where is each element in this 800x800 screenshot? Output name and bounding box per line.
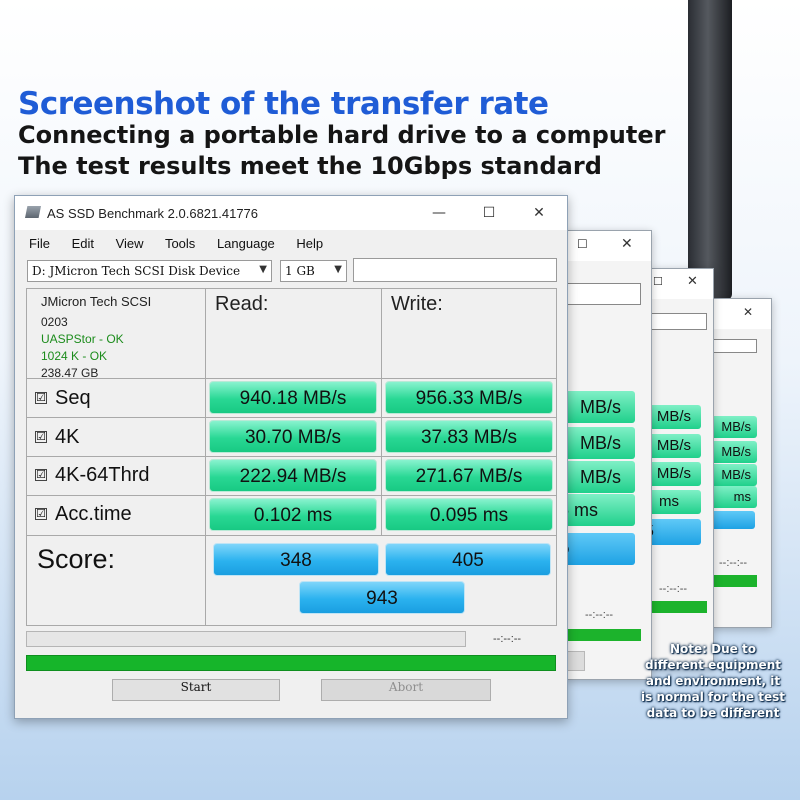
bg-score-cell: 5 [567, 533, 635, 565]
test-size-value: 1 GB [285, 264, 315, 278]
row-label: Acc.time [55, 503, 132, 525]
start-button[interactable]: Start [112, 679, 280, 701]
chevron-down-icon: ▼ [334, 264, 342, 275]
menu-edit[interactable]: Edit [72, 236, 94, 251]
window-title: AS SSD Benchmark 2.0.6821.41776 [47, 206, 259, 221]
bg-cell: MB/s [713, 464, 757, 486]
row-4k-64thrd[interactable]: ☑ 4K-64Thrd [35, 464, 150, 487]
menu-view[interactable]: View [116, 236, 144, 251]
test-size-select[interactable]: 1 GB ▼ [280, 260, 347, 282]
bg-cell: MB/s [651, 434, 701, 458]
score-write: 405 [385, 543, 551, 576]
maximize-icon: ☐ [577, 237, 588, 251]
abort-button[interactable]: Abort [321, 679, 491, 701]
as-ssd-window: AS SSD Benchmark 2.0.6821.41776 — ☐ ✕ Fi… [14, 195, 568, 719]
score-read: 348 [213, 543, 379, 576]
row-seq[interactable]: ☑ Seq [35, 387, 91, 410]
bg-score-cell: 5 [651, 519, 701, 545]
bg-elapsed-time: --:--:-- [659, 583, 688, 595]
device-name: JMicron Tech SCSI [41, 294, 152, 309]
checkbox-icon[interactable]: ☑ [35, 392, 47, 404]
current-progress-bar [26, 631, 466, 647]
headline-title: Screenshot of the transfer rate [18, 86, 549, 122]
row-4k[interactable]: ☑ 4K [35, 426, 79, 449]
bg-cell: MB/s [713, 441, 757, 463]
4k-read-value: 30.70 MB/s [209, 420, 377, 453]
bg-cell: ms [651, 490, 701, 514]
4k-write-value: 37.83 MB/s [385, 420, 553, 453]
maximize-button[interactable]: ☐ [469, 200, 509, 226]
menu-help[interactable]: Help [296, 236, 323, 251]
background-window-2: ☐ ✕ MB/s MB/s MB/s ms 5 --:--:-- [650, 268, 714, 668]
write-header: Write: [391, 293, 443, 315]
menu-bar: File Edit View Tools Language Help [29, 236, 341, 251]
status-field[interactable] [353, 258, 557, 282]
total-progress-bar [26, 655, 556, 671]
read-header: Read: [215, 293, 269, 315]
bg-cell: MB/s [651, 462, 701, 486]
drive-select-value: D: JMicron Tech SCSI Disk Device [32, 264, 241, 278]
checkbox-icon[interactable]: ☑ [35, 431, 47, 443]
drive-select[interactable]: D: JMicron Tech SCSI Disk Device ▼ [27, 260, 272, 282]
bg-cell: ms [713, 486, 757, 508]
row-label: Seq [55, 387, 91, 409]
close-button[interactable]: ✕ [519, 200, 559, 226]
checkbox-icon[interactable]: ☑ [35, 469, 47, 481]
minimize-button[interactable]: — [419, 200, 459, 226]
results-grid: JMicron Tech SCSI 0203 UASPStor - OK 102… [26, 288, 557, 626]
elapsed-time: --:--:-- [493, 633, 522, 645]
bg-elapsed-time: --:--:-- [719, 557, 748, 569]
menu-file[interactable]: File [29, 236, 50, 251]
device-firmware: 0203 [41, 315, 68, 329]
bg-elapsed-time: --:--:-- [585, 609, 614, 621]
drive-icon [25, 206, 41, 218]
score-total: 943 [299, 581, 465, 614]
row-label: 4K-64Thrd [55, 464, 150, 486]
seq-write-value: 956.33 MB/s [385, 381, 553, 414]
bg-cell: MB/s [651, 405, 701, 429]
alignment-status: 1024 K - OK [41, 349, 108, 363]
menu-tools[interactable]: Tools [165, 236, 195, 251]
checkbox-icon[interactable]: ☑ [35, 508, 47, 520]
bg-cell: 5 ms [567, 494, 635, 526]
background-window-3: ✕ MB/s MB/s MB/s ms --:--:-- [712, 298, 772, 628]
score-label: Score: [37, 544, 116, 574]
driver-status: UASPStor - OK [41, 332, 124, 346]
chevron-down-icon: ▼ [259, 264, 267, 275]
4k64-read-value: 222.94 MB/s [209, 459, 377, 492]
maximize-icon: ☐ [653, 275, 663, 288]
close-icon: ✕ [743, 305, 754, 319]
title-bar[interactable]: AS SSD Benchmark 2.0.6821.41776 — ☐ ✕ [15, 196, 567, 230]
background-window-1: ☐ ✕ MB/s MB/s MB/s 5 ms 5 --:--:-- [566, 230, 652, 680]
bg-cell: MB/s [567, 427, 635, 459]
bg-cell: MB/s [713, 416, 757, 438]
row-acc-time[interactable]: ☑ Acc.time [35, 503, 132, 526]
close-icon: ✕ [687, 274, 698, 289]
disclaimer-note: Note: Due to different equipment and env… [641, 642, 785, 720]
menu-language[interactable]: Language [217, 236, 275, 251]
headline-subtitle: Connecting a portable hard drive to a co… [18, 121, 666, 180]
row-label: 4K [55, 426, 80, 448]
4k64-write-value: 271.67 MB/s [385, 459, 553, 492]
bg-cell: MB/s [567, 391, 635, 423]
device-capacity: 238.47 GB [41, 366, 99, 380]
seq-read-value: 940.18 MB/s [209, 381, 377, 414]
close-icon: ✕ [621, 236, 633, 252]
acc-write-value: 0.095 ms [385, 498, 553, 531]
bg-cell: MB/s [567, 461, 635, 493]
acc-read-value: 0.102 ms [209, 498, 377, 531]
